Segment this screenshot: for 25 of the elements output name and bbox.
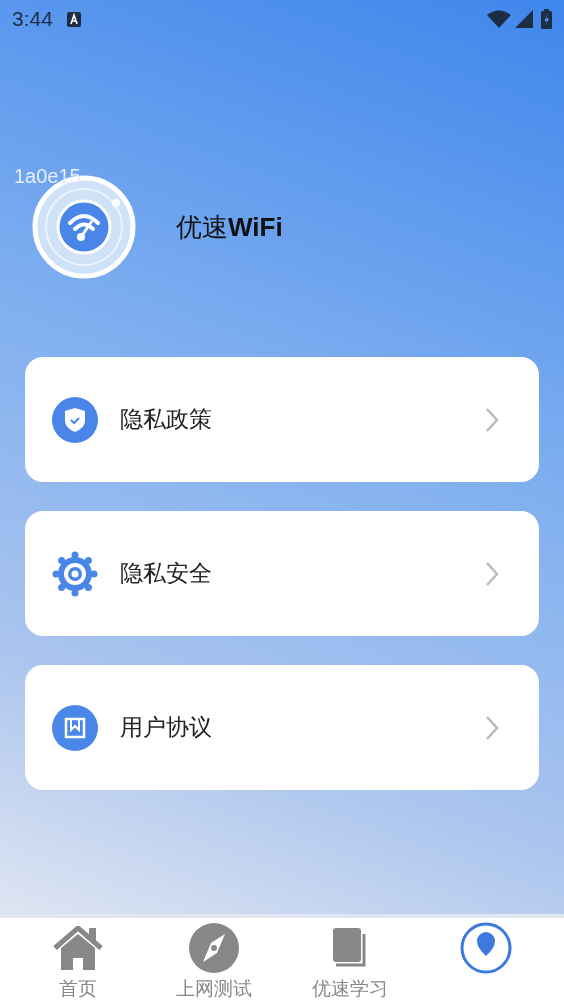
- location-pin-icon: [460, 922, 512, 974]
- gear-icon: [52, 550, 98, 597]
- battery-icon: [541, 9, 552, 29]
- compass-icon: [189, 923, 239, 973]
- chevron-icon: [485, 714, 499, 741]
- status-time: 3:44: [12, 7, 53, 31]
- chevron-icon: [485, 560, 499, 587]
- menu-card[interactable]: 隐私安全: [25, 511, 539, 636]
- menu-label: 隐私安全: [120, 559, 213, 588]
- menu-label: 用户协议: [120, 713, 213, 742]
- home-icon: [53, 926, 103, 970]
- book-icon: [333, 928, 367, 968]
- chevron-icon: [485, 406, 499, 433]
- tab[interactable]: 优速学习: [282, 918, 418, 1004]
- menu-card[interactable]: 用户协议: [25, 665, 539, 790]
- shield-icon: [52, 396, 98, 443]
- keyboard-icon: [66, 11, 81, 27]
- book-icon: [52, 704, 98, 751]
- app-name: 优速WiFi: [176, 210, 283, 244]
- tab[interactable]: 上网测试: [146, 918, 282, 1004]
- tab[interactable]: 首页: [10, 918, 146, 1004]
- menu-card[interactable]: 隐私政策: [25, 357, 539, 482]
- wifi-icon: [487, 10, 511, 28]
- signal-icon: [515, 10, 533, 28]
- menu-label: 隐私政策: [120, 405, 213, 434]
